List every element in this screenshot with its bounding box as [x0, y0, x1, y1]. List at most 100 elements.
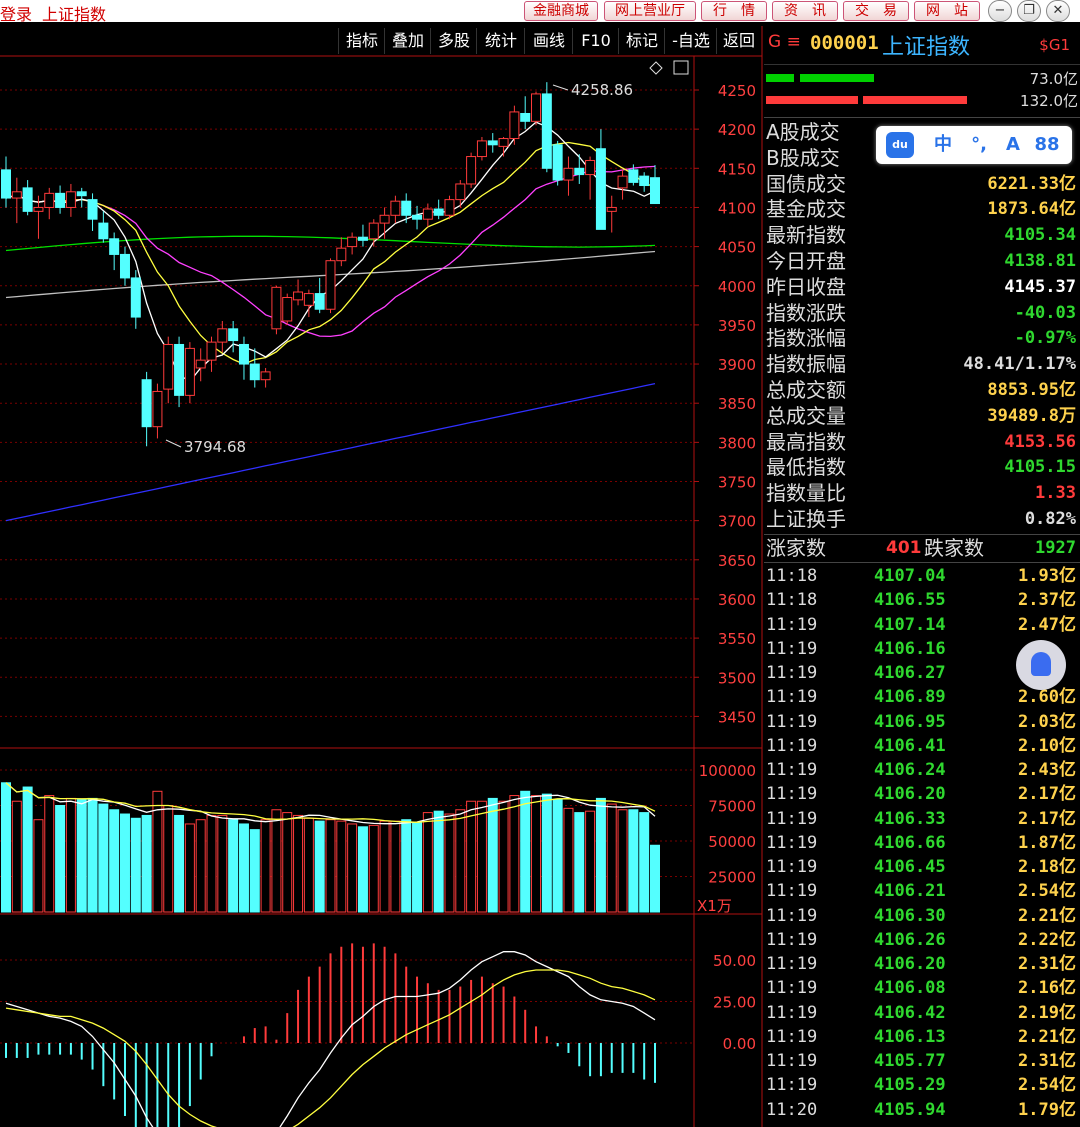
candle-body: [65, 191, 76, 208]
tool-mark[interactable]: 标记: [618, 28, 665, 54]
tick-vol: 2.47亿: [1018, 614, 1076, 635]
input-method-toolbar[interactable]: du 中 °, A 88: [876, 126, 1072, 164]
close-icon[interactable]: ✕: [1046, 0, 1070, 22]
price-axis-label: 4050: [718, 239, 756, 257]
stat-row: 基金成交 1873.64亿: [764, 197, 1080, 222]
volume-bar: [11, 800, 22, 913]
volume-bar: [293, 814, 304, 913]
tick-time: 11:19: [766, 760, 818, 780]
tick-price: 4106.30: [874, 905, 946, 926]
tool-watchlist[interactable]: -自选: [664, 28, 717, 54]
volume-bar: [347, 823, 358, 913]
volume-bar: [552, 799, 563, 913]
price-axis-label: 3850: [718, 395, 756, 413]
window-title: 上证指数: [42, 5, 107, 24]
ime-chinese-toggle[interactable]: 中: [928, 132, 958, 158]
tick-row: 11:19 4106.26 2.22亿: [764, 928, 1080, 952]
tick-time: 11:19: [766, 954, 818, 974]
stat-row: 最低指数 4105.15: [764, 455, 1080, 480]
tool-draw[interactable]: 画线: [524, 28, 573, 54]
title-bar: 登录 上证指数 金融商城 网上营业厅 行 情 资 讯 交 易 网 站 − ❐ ✕: [0, 0, 1080, 24]
candle-body: [152, 390, 163, 428]
volume-bar: [174, 814, 185, 913]
candle-body: [260, 371, 271, 381]
volume-bar: [195, 819, 206, 913]
tool-overlay[interactable]: 叠加: [384, 28, 431, 54]
stat-value: -0.97%: [1014, 328, 1076, 349]
tick-price: 4106.45: [874, 857, 946, 877]
candle-body: [595, 148, 606, 230]
trade-button[interactable]: 交 易: [843, 1, 909, 21]
candle-body: [401, 200, 412, 216]
candle-body: [509, 111, 520, 140]
tick-vol: 2.54亿: [1018, 881, 1076, 902]
online-hall-button[interactable]: 网上营业厅: [604, 1, 696, 21]
tool-statistics[interactable]: 统计: [476, 28, 525, 54]
candle-body: [563, 167, 574, 181]
candle-body: [109, 238, 120, 255]
volume-bar: [628, 809, 639, 913]
price-axis-label: 3500: [718, 669, 756, 687]
ime-menu-icon[interactable]: 88: [1032, 132, 1062, 158]
volume-bar: [639, 812, 650, 913]
tool-back[interactable]: 返回: [716, 28, 761, 54]
tick-time: 11:19: [766, 808, 818, 829]
login-link[interactable]: 登录: [0, 5, 32, 24]
restore-icon[interactable]: ❐: [1017, 0, 1041, 22]
volume-axis-label: 50000: [708, 833, 756, 851]
tick-time: 11:19: [766, 905, 818, 926]
advancers-value: 401: [886, 538, 922, 558]
candle-body: [184, 347, 195, 396]
stat-label: 总成交额: [766, 378, 846, 402]
assistant-float-button[interactable]: [1016, 640, 1066, 690]
stat-row: 指数振幅 48.41/1.17%: [764, 352, 1080, 377]
volume-axis-label: 25000: [708, 869, 756, 887]
tool-indicator[interactable]: 指标: [338, 28, 385, 54]
volume-bar: [390, 820, 401, 913]
tick-price: 4106.27: [874, 663, 946, 683]
volume-bar: [541, 793, 552, 913]
stat-row: 昨日收盘 4145.37: [764, 275, 1080, 300]
news-button[interactable]: 资 讯: [772, 1, 838, 21]
tool-multi-stock[interactable]: 多股: [430, 28, 477, 54]
mall-button[interactable]: 金融商城: [524, 1, 598, 21]
stat-label: 上证换手: [766, 507, 846, 531]
volume-bar: [498, 800, 509, 913]
candle-body: [228, 328, 239, 342]
candle-body: [520, 112, 531, 122]
candle-body: [87, 199, 98, 220]
ime-skin-icon[interactable]: A: [998, 132, 1028, 158]
tick-time: 11:19: [766, 687, 818, 708]
volume-bar: [228, 819, 239, 913]
candle-body: [574, 167, 585, 176]
candle-body: [11, 191, 22, 199]
volume-bar: [336, 820, 347, 913]
tick-price: 4106.89: [874, 687, 946, 708]
tick-price: 4106.26: [874, 929, 946, 950]
candle-body: [238, 343, 249, 365]
website-button[interactable]: 网 站: [914, 1, 980, 21]
tick-time: 11:19: [766, 881, 818, 902]
tick-vol: 2.43亿: [1018, 760, 1076, 780]
volume-bar: [33, 819, 44, 913]
candle-body: [1, 169, 11, 199]
tick-vol: 2.21亿: [1018, 905, 1076, 926]
tick-vol: 1.79亿: [1018, 1099, 1076, 1120]
tick-price: 4106.55: [874, 590, 946, 611]
panel-code-prefix: G ≡: [768, 32, 801, 52]
volume-bar: [509, 795, 520, 913]
price-axis-label: 3600: [718, 591, 756, 609]
ime-logo-icon[interactable]: du: [886, 132, 914, 158]
kline-chart-area[interactable]: 4250 4200 4150 4100 4050 4000 3950 3900 3850 3800…: [0, 0, 764, 1127]
tick-time: 11:19: [766, 711, 818, 732]
quotes-button[interactable]: 行 情: [701, 1, 767, 21]
index-name: 上证指数: [882, 35, 971, 60]
ime-punctuation-icon[interactable]: °,: [964, 132, 994, 158]
volume-axis-label: 75000: [708, 798, 756, 816]
sell-amount: 132.0亿: [1020, 92, 1078, 110]
tool-f10[interactable]: F10: [572, 28, 619, 54]
minimize-icon[interactable]: −: [988, 0, 1012, 22]
candle-body: [347, 236, 358, 248]
candle-body: [119, 253, 130, 279]
volume-bar: [563, 807, 574, 913]
